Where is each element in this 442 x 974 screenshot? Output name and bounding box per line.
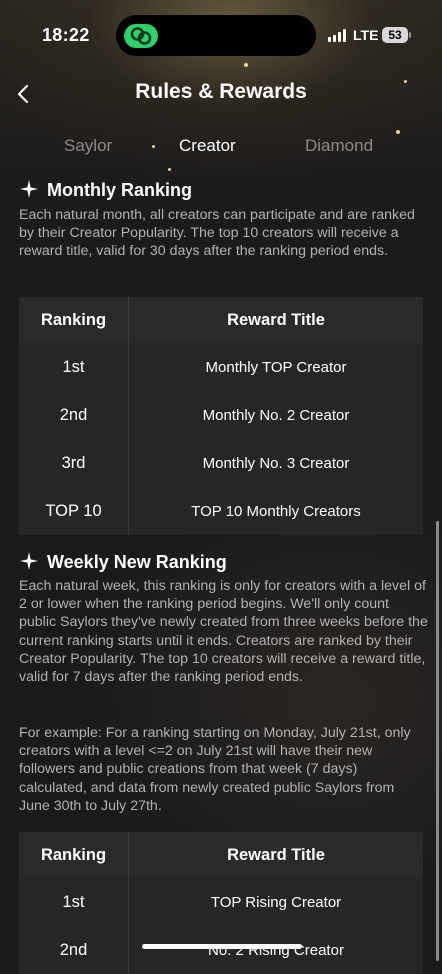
tab-saylor[interactable]: Saylor [64, 136, 112, 156]
reward-cell: Monthly No. 2 Creator [202, 406, 350, 424]
reward-cell: TOP Rising Creator [210, 893, 342, 911]
sparkle-icon [20, 180, 38, 198]
link-icon [124, 24, 158, 48]
sparkle-decoration [168, 168, 171, 171]
column-header-ranking: Ranking [19, 832, 129, 878]
status-bar: 18:22 LTE 53 [0, 0, 442, 70]
section-description: Each natural week, this ranking is only … [19, 578, 428, 686]
table-header-row: Ranking Reward Title [19, 832, 423, 878]
section-title: Weekly New Ranking [47, 552, 227, 572]
tab-bar: Saylor Creator Diamond [0, 136, 442, 164]
ranking-cell: 1st [19, 343, 129, 391]
battery-tip [409, 32, 411, 38]
table-row: 2nd No. 2 Rising Creator [19, 926, 423, 974]
ranking-cell: 2nd [19, 391, 129, 439]
section-title: Monthly Ranking [47, 180, 192, 200]
section-heading: Monthly Ranking [20, 180, 192, 201]
table-header-row: Ranking Reward Title [19, 297, 423, 343]
table-row: TOP 10 TOP 10 Monthly Creators [19, 487, 423, 535]
ranking-cell: 3rd [19, 439, 129, 487]
column-header-reward: Reward Title [128, 832, 423, 878]
table-row: 2nd Monthly No. 2 Creator [19, 391, 423, 439]
reward-cell: Monthly TOP Creator [205, 358, 347, 376]
ranking-cell: TOP 10 [19, 487, 129, 535]
table-row: 1st TOP Rising Creator [19, 878, 423, 926]
nav-bar: Rules & Rewards [0, 72, 442, 116]
ranking-cell: 2nd [19, 926, 129, 974]
sparkle-decoration [396, 130, 400, 134]
sparkle-icon [20, 552, 38, 570]
tab-diamond[interactable]: Diamond [305, 136, 373, 156]
network-label: LTE [353, 27, 379, 43]
tab-creator[interactable]: Creator [179, 136, 236, 156]
section-description: Each natural month, all creators can par… [19, 207, 415, 260]
ranking-cell: 1st [19, 878, 129, 926]
table-row: 3rd Monthly No. 3 Creator [19, 439, 423, 487]
battery-icon: 53 [382, 27, 408, 43]
reward-cell: No. 2 Rising Creator [208, 941, 344, 959]
page-title: Rules & Rewards [135, 80, 307, 103]
table-row: 1st Monthly TOP Creator [19, 343, 423, 391]
status-time: 18:22 [42, 25, 90, 45]
section-heading: Weekly New Ranking [20, 552, 227, 573]
section-example: For example: For a ranking starting on M… [19, 725, 411, 814]
reward-table: Ranking Reward Title 1st TOP Rising Crea… [19, 832, 423, 974]
reward-cell: Monthly No. 3 Creator [202, 454, 350, 472]
column-header-reward: Reward Title [128, 297, 423, 343]
reward-cell: TOP 10 Monthly Creators [191, 502, 361, 520]
column-header-ranking: Ranking [19, 297, 129, 343]
reward-table: Ranking Reward Title 1st Monthly TOP Cre… [19, 297, 423, 535]
home-indicator[interactable] [142, 944, 302, 949]
scrollbar[interactable] [436, 521, 439, 961]
